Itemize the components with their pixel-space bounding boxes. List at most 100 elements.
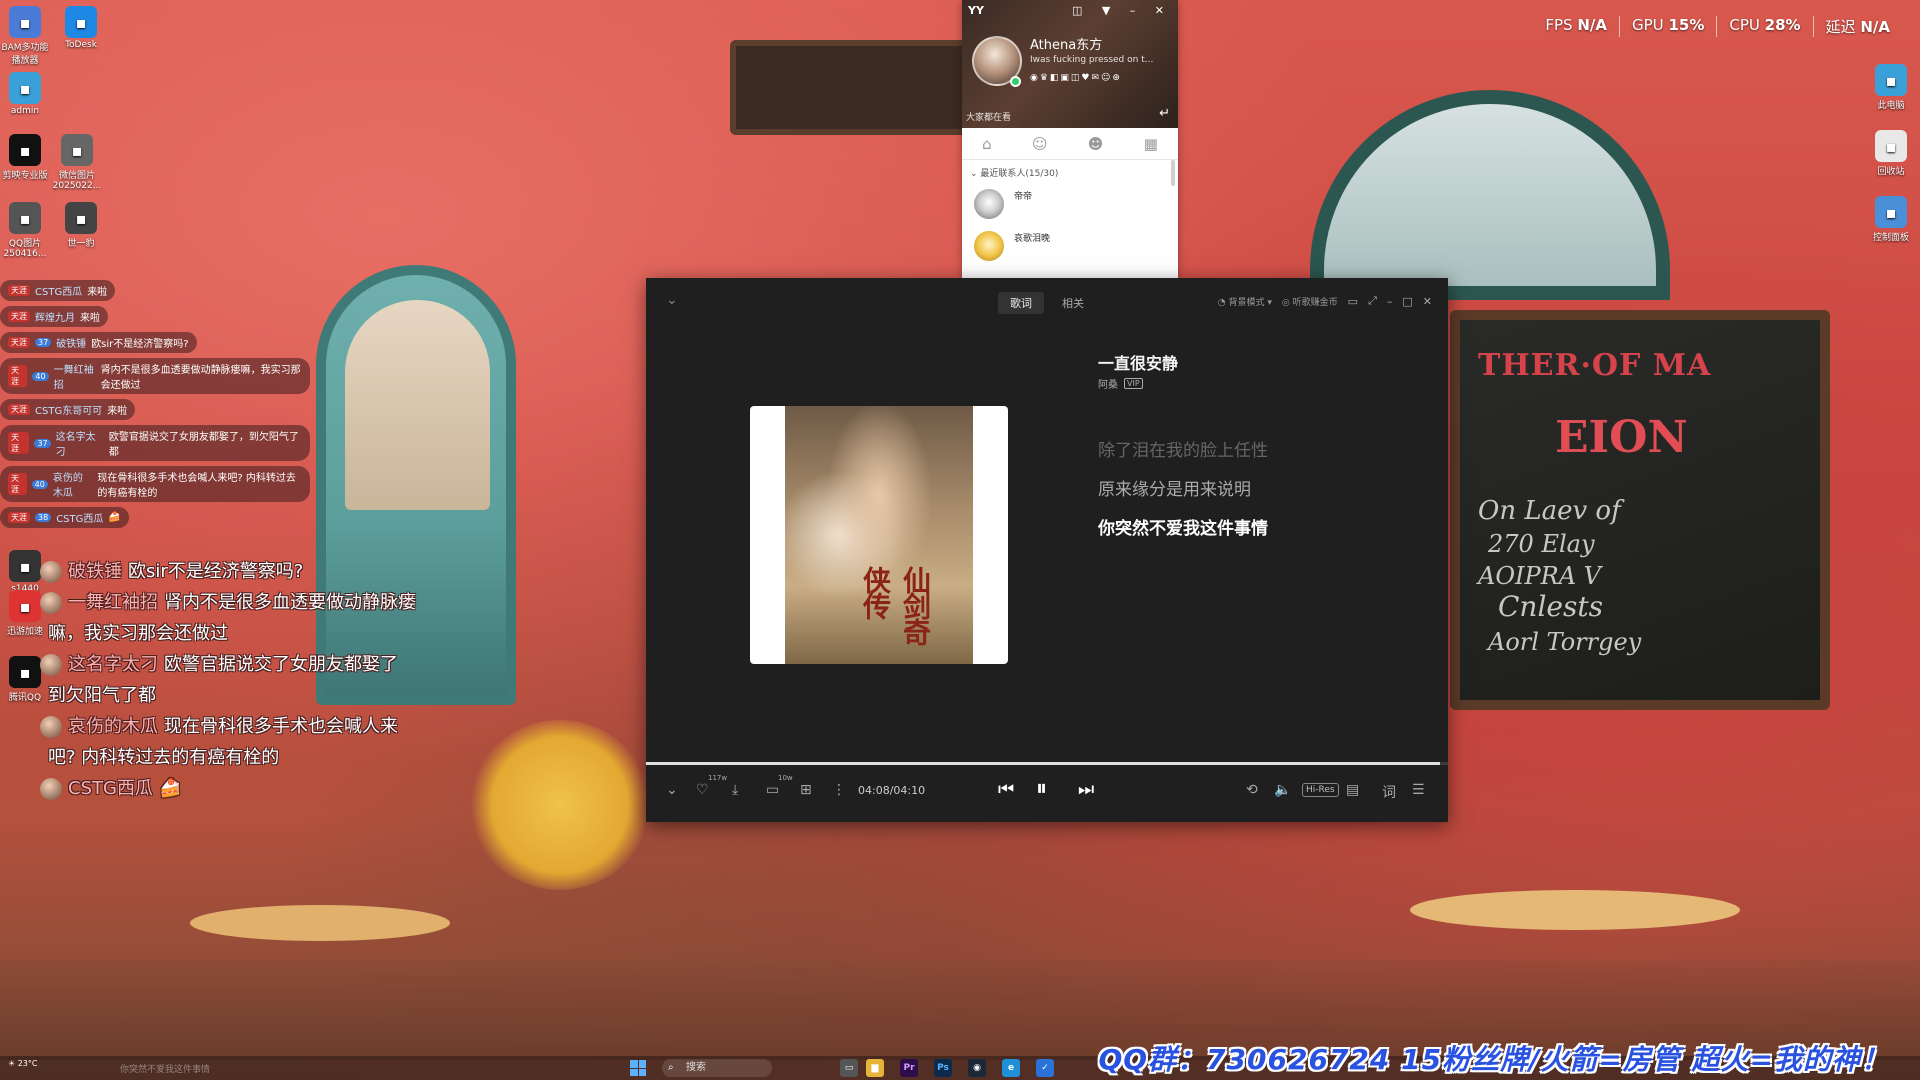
like-count: 117w <box>708 774 728 782</box>
desktop-shortcut[interactable]: ▪ QQ图片 250416... <box>0 202 50 259</box>
minimize-icon[interactable]: – <box>1387 295 1393 308</box>
chat-text-continued: 到欠阳气了都 <box>48 685 156 706</box>
search-input[interactable]: ⌕ 搜索 <box>662 1059 772 1077</box>
photoshop-icon[interactable]: Ps <box>934 1059 952 1077</box>
groups-icon[interactable]: ☻ <box>1088 135 1104 153</box>
latency-stat: 延迟 N/A <box>1812 16 1902 37</box>
danmaku-chat-panel: 天涯 CSTG西瓜 来啦 天涯 辉煌九月 来啦 天涯 37 破铁锤 欧sir不是经济警察吗? 天涯 4… <box>0 280 320 533</box>
home-icon[interactable]: ⌂ <box>982 135 992 153</box>
music-player-window: ⌄ 歌词 相关 ◔ 背景模式 ▾ ◎ 听歌赚金币 ▭ ⤢ – □ ✕ 仙剑奇侠传… <box>646 278 1448 822</box>
fan-badge: 40 <box>32 371 49 381</box>
qq-trending-label[interactable]: 大家都在看 <box>966 110 1011 123</box>
tab-related[interactable]: 相关 <box>1050 292 1096 314</box>
contact-name: 帝帝 <box>1014 192 1033 202</box>
desktop-shortcut[interactable]: ▪ 微信图片 2025022... <box>52 134 102 191</box>
apps-icon[interactable]: ▦ <box>1144 135 1158 153</box>
list-item[interactable]: 帝帝 <box>962 185 1178 227</box>
qq-signature[interactable]: Iwas fucking pressed on t... <box>1030 55 1153 65</box>
chat-text: 来啦 <box>107 406 128 417</box>
desktop-shortcut-label: admin <box>10 106 40 116</box>
chevron-down-icon[interactable]: ⌄ <box>666 292 678 308</box>
fullscreen-icon[interactable]: ⤢ <box>1368 294 1377 308</box>
tab-lyrics[interactable]: 歌词 <box>998 292 1044 314</box>
list-item[interactable]: 哀歌泪晚 <box>962 227 1178 269</box>
chat-nickname[interactable]: 辉煌九月 <box>35 309 75 324</box>
pause-button[interactable]: ⏸ <box>1036 776 1047 801</box>
search-icon: ⌕ <box>668 1062 674 1073</box>
qq-recent-group[interactable]: ⌄ 最近联系人(15/30) <box>962 160 1178 185</box>
desktop-shortcut[interactable]: ▪ 回收站 <box>1866 130 1916 177</box>
wall-sign-scenery <box>730 40 980 135</box>
repeat-icon[interactable]: ⟲ <box>1246 782 1258 798</box>
desktop-shortcut[interactable]: ▪ ToDesk <box>56 6 106 50</box>
premiere-icon[interactable]: Pr <box>900 1059 918 1077</box>
contact-name: 哀歌泪晚 <box>1014 234 1051 244</box>
level-badge: 天涯 <box>8 311 30 322</box>
like-icon[interactable]: ♡ <box>696 782 709 798</box>
qq-status-icons[interactable]: ◉♛◧▣◫♥✉☺⊕ <box>1030 73 1122 83</box>
maximize-icon[interactable]: □ <box>1402 295 1412 308</box>
playlist-icon[interactable]: ☰ <box>1412 782 1425 798</box>
chalkboard-note: On Laev of <box>1478 496 1621 526</box>
start-button[interactable] <box>630 1060 646 1076</box>
more-icon[interactable]: ⋮ <box>832 782 846 798</box>
chat-nickname[interactable]: 哀伤的木瓜 <box>53 469 93 499</box>
progress-bar[interactable] <box>646 762 1448 765</box>
enter-icon[interactable]: ↵ <box>1159 106 1170 121</box>
previous-track-button[interactable]: ⏮ <box>998 779 1014 800</box>
qq-username[interactable]: Athena东方 <box>1030 34 1102 53</box>
edge-icon[interactable]: e <box>1002 1059 1020 1077</box>
chat-nickname[interactable]: CSTG东哥可可 <box>35 402 102 417</box>
task-view-icon[interactable]: ▭ <box>840 1059 858 1077</box>
desktop-shortcut[interactable]: ▪ 剪映专业版 <box>0 134 50 181</box>
qq-window-controls[interactable]: ◫ ▼ – ✕ <box>1072 4 1172 17</box>
desktop-shortcut[interactable]: ▪ BAM多功能播放器 <box>0 6 50 66</box>
close-icon[interactable]: ✕ <box>1423 295 1432 308</box>
add-to-playlist-icon[interactable]: ⊞ <box>800 782 812 798</box>
chat-text: 现在骨科很多手术也会喊人来 <box>164 716 398 737</box>
weather-widget[interactable]: ☀ 23°C <box>8 1059 37 1068</box>
steam-icon[interactable]: ◉ <box>968 1059 986 1077</box>
chat-text-continued: 嘛，我实习那会还做过 <box>48 623 228 644</box>
online-status-icon <box>1010 76 1021 87</box>
desktop-shortcut[interactable]: ▪ admin <box>0 72 50 116</box>
chalkboard-subtitle: EION <box>1555 412 1688 463</box>
chat-nickname[interactable]: 这名字太刁 <box>56 428 104 458</box>
todo-icon[interactable]: ✓ <box>1036 1059 1054 1077</box>
file-explorer-icon[interactable]: ▆ <box>866 1059 884 1077</box>
chat-message: 哀伤的木瓜 现在骨科很多手术也会喊人来 <box>40 711 500 742</box>
chat-nickname[interactable]: 破铁锤 <box>56 335 86 350</box>
chat-nickname[interactable]: 一舞红袖招 <box>54 361 96 391</box>
chat-text: 现在骨科很多手术也会喊人来吧? 内科转过去的有癌有栓的 <box>97 473 296 499</box>
chat-nickname[interactable]: CSTG西瓜 <box>56 510 103 525</box>
chat-nickname: 破铁锤 <box>68 561 122 582</box>
chat-nickname[interactable]: CSTG西瓜 <box>35 283 82 298</box>
scrollbar[interactable] <box>1171 160 1175 186</box>
player-controls: ⌄ ♡ 117w ⤓ ▭ 10w ⊞ ⋮ 04:08/04:10 ⏮ ⏸ ⏭ ⟲… <box>646 772 1448 812</box>
chalkboard-note: 270 Elay <box>1488 530 1595 558</box>
cafe-table-scenery <box>190 905 450 941</box>
desktop-shortcut[interactable]: ▪ 世一豹 <box>56 202 106 249</box>
chat-text: 🍰 <box>108 512 121 523</box>
artist-name[interactable]: 阿桑 <box>1098 376 1118 391</box>
taskbar-lyric-caption: 你突然不爱我这件事情 <box>120 1065 211 1075</box>
avatar <box>40 777 62 800</box>
fan-badge: 40 <box>31 479 48 489</box>
qq-window[interactable]: YY ◫ ▼ – ✕ Athena东方 Iwas fucking pressed… <box>962 0 1178 278</box>
song-title[interactable]: 一直很安静 <box>1098 350 1178 374</box>
earn-coins-button[interactable]: ◎ 听歌赚金币 <box>1282 295 1338 308</box>
sound-effect-icon[interactable]: ▤ <box>1346 782 1359 798</box>
volume-icon[interactable]: 🔈 <box>1274 782 1291 798</box>
chat-nickname: 一舞红袖招 <box>68 592 158 613</box>
download-icon[interactable]: ⤓ <box>732 782 738 798</box>
chevron-down-icon[interactable]: ⌄ <box>666 782 678 798</box>
contacts-icon[interactable]: ☺ <box>1032 135 1048 153</box>
lyrics-toggle-button[interactable]: 词 <box>1382 782 1396 802</box>
desktop-shortcut[interactable]: ▪ 此电脑 <box>1866 64 1916 111</box>
desktop-shortcut[interactable]: ▪ 控制面板 <box>1866 196 1916 243</box>
background-mode-button[interactable]: ◔ 背景模式 ▾ <box>1218 295 1272 308</box>
hires-quality-button[interactable]: Hi-Res <box>1302 783 1339 797</box>
mini-mode-icon[interactable]: ▭ <box>1348 295 1358 308</box>
next-track-button[interactable]: ⏭ <box>1078 779 1094 800</box>
comment-icon[interactable]: ▭ <box>766 782 779 798</box>
